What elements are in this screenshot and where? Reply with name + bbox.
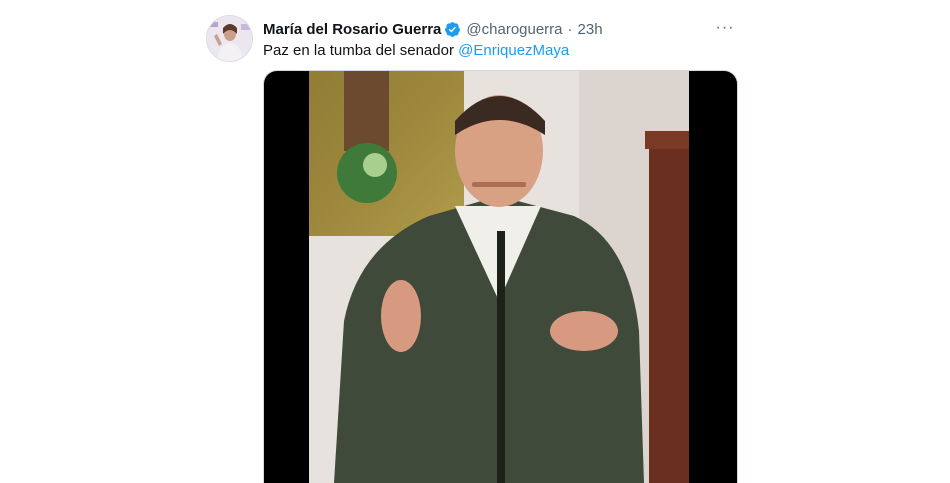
avatar-image: [207, 16, 252, 61]
video-frame: [309, 71, 689, 483]
tweet-text: Paz en la tumba del senador @EnriquezMay…: [263, 42, 569, 59]
tweet-card[interactable]: María del Rosario Guerra @charoguerra · …: [200, 10, 750, 483]
tweet-text-body: Paz en la tumba del senador: [263, 42, 459, 59]
author-handle[interactable]: @charoguerra: [466, 21, 562, 38]
tweet-timestamp[interactable]: 23h: [578, 21, 603, 38]
author-name[interactable]: María del Rosario Guerra: [263, 21, 441, 38]
verified-badge-icon: [445, 21, 461, 37]
tweet-header: María del Rosario Guerra @charoguerra · …: [263, 18, 603, 40]
author-avatar[interactable]: [206, 15, 253, 62]
mention-link[interactable]: @EnriquezMaya: [458, 42, 569, 59]
more-horizontal-icon[interactable]: ···: [710, 18, 740, 38]
video-player[interactable]: [263, 70, 738, 483]
header-separator: ·: [567, 20, 573, 38]
